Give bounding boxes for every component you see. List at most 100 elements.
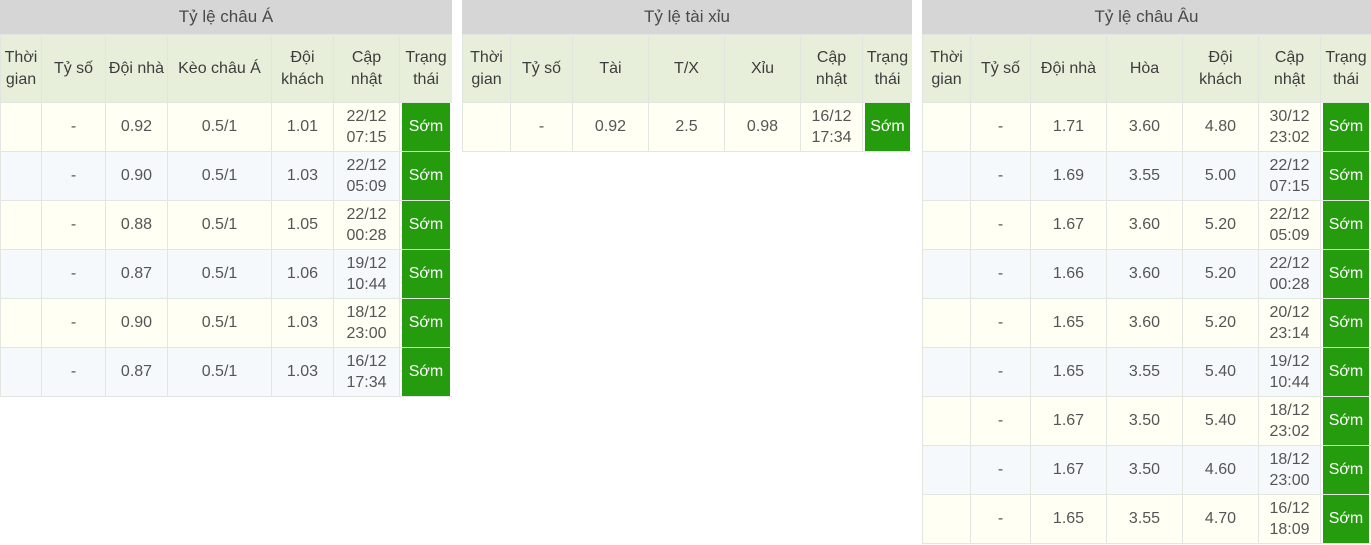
status-badge: Sớm: [402, 103, 450, 151]
updated-line: 07:15: [1269, 178, 1310, 195]
cell-updated: 16/12 18:09: [1258, 494, 1321, 544]
status-badge: Sớm: [865, 103, 910, 151]
status-badge: Sớm: [402, 152, 450, 200]
cell-status: Sớm: [1320, 151, 1371, 201]
cell-updated: 22/12 00:28: [333, 200, 400, 250]
updated-line: 22/12: [346, 156, 387, 174]
updated-line: 20/12: [1269, 303, 1310, 321]
table-row[interactable]: -1.66 3.60 5.20 22/12 00:28 Sớm: [922, 249, 1371, 299]
cell-time: [922, 445, 971, 495]
updated-line: 07:15: [346, 129, 387, 146]
cell-away-odds: 5.40: [1182, 396, 1259, 446]
panel-asian-handicap: Tỷ lệ châu Á Thời gian Tỷ số Đội nhà Kèo…: [0, 0, 452, 397]
cell-away-odds: 4.60: [1182, 445, 1259, 495]
cell-score: -: [41, 151, 106, 201]
status-badge: Sớm: [402, 348, 450, 396]
cell-time: [0, 249, 42, 299]
table-row[interactable]: -1.67 3.50 5.40 18/12 23:02 Sớm: [922, 396, 1371, 446]
cell-status: Sớm: [1320, 200, 1371, 250]
status-badge: Sớm: [1323, 250, 1369, 298]
cell-handicap-line: 0.5/1: [167, 347, 272, 397]
table-header-row: Thời gian Tỷ số Đội nhà Hòa Đội khách Cậ…: [922, 34, 1371, 103]
updated-line: 18/12: [1269, 401, 1310, 419]
table-row[interactable]: -0.92 2.5 0.98 16/12 17:34 Sớm: [462, 102, 912, 152]
table-row[interactable]: -0.87 0.5/1 1.03 16/12 17:34 Sớm: [0, 347, 452, 397]
cell-away-odds: 1.01: [271, 102, 334, 152]
cell-home-odds: 1.67: [1030, 200, 1107, 250]
table-row[interactable]: -1.67 3.60 5.20 22/12 05:09 Sớm: [922, 200, 1371, 250]
updated-line: 19/12: [1269, 352, 1310, 370]
column-header-handicap: Kèo châu Á: [167, 34, 272, 103]
table-row[interactable]: -1.65 3.60 5.20 20/12 23:14 Sớm: [922, 298, 1371, 348]
status-badge: Sớm: [1323, 152, 1369, 200]
cell-home-odds: 1.69: [1030, 151, 1107, 201]
cell-score: -: [970, 200, 1031, 250]
table-row[interactable]: -0.88 0.5/1 1.05 22/12 00:28 Sớm: [0, 200, 452, 250]
cell-score: -: [970, 445, 1031, 495]
column-header-away: Đội khách: [271, 34, 334, 103]
cell-score: -: [970, 102, 1031, 152]
status-badge: Sớm: [402, 299, 450, 347]
cell-home-odds: 1.67: [1030, 445, 1107, 495]
cell-away-odds: 5.20: [1182, 249, 1259, 299]
cell-score: -: [41, 347, 106, 397]
updated-line: 22/12: [1269, 254, 1310, 272]
cell-score: -: [41, 249, 106, 299]
cell-updated: 16/12 17:34: [333, 347, 400, 397]
cell-status: Sớm: [399, 249, 452, 299]
table-header-row: Thời gian Tỷ số Tài T/X Xỉu Cập nhật Trạ…: [462, 34, 912, 103]
table-row[interactable]: -0.92 0.5/1 1.01 22/12 07:15 Sớm: [0, 102, 452, 152]
cell-draw-odds: 3.60: [1106, 298, 1183, 348]
table-row[interactable]: -1.65 3.55 5.40 19/12 10:44 Sớm: [922, 347, 1371, 397]
cell-home-odds: 0.87: [105, 347, 168, 397]
table-row[interactable]: -0.90 0.5/1 1.03 18/12 23:00 Sớm: [0, 298, 452, 348]
cell-status: Sớm: [399, 200, 452, 250]
cell-time: [922, 396, 971, 446]
cell-time: [0, 151, 42, 201]
status-badge: Sớm: [1323, 201, 1369, 249]
cell-time: [0, 200, 42, 250]
cell-away-odds: 4.70: [1182, 494, 1259, 544]
updated-line: 23:02: [1269, 129, 1310, 146]
column-header-status: Trạng thái: [1320, 34, 1371, 103]
status-badge: Sớm: [1323, 103, 1369, 151]
table-row[interactable]: -0.87 0.5/1 1.06 19/12 10:44 Sớm: [0, 249, 452, 299]
column-header-status: Trạng thái: [862, 34, 912, 103]
cell-home-odds: 1.65: [1030, 494, 1107, 544]
panel-over-under: Tỷ lệ tài xỉu Thời gian Tỷ số Tài T/X Xỉ…: [462, 0, 912, 152]
over-under-table: Thời gian Tỷ số Tài T/X Xỉu Cập nhật Trạ…: [462, 34, 912, 152]
table-row[interactable]: -1.69 3.55 5.00 22/12 07:15 Sớm: [922, 151, 1371, 201]
cell-time: [922, 347, 971, 397]
column-header-away: Đội khách: [1182, 34, 1259, 103]
updated-line: 23:00: [1269, 472, 1310, 489]
updated-line: 22/12: [1269, 205, 1310, 223]
updated-line: 00:28: [346, 227, 387, 244]
cell-away-odds: 1.03: [271, 151, 334, 201]
cell-time: [922, 151, 971, 201]
table-row[interactable]: -1.67 3.50 4.60 18/12 23:00 Sớm: [922, 445, 1371, 495]
cell-away-odds: 1.03: [271, 298, 334, 348]
cell-draw-odds: 3.50: [1106, 396, 1183, 446]
cell-score: -: [970, 298, 1031, 348]
column-header-score: Tỷ số: [970, 34, 1031, 103]
cell-time: [922, 249, 971, 299]
cell-time: [0, 298, 42, 348]
cell-handicap-line: 0.5/1: [167, 102, 272, 152]
column-header-line: T/X: [648, 34, 725, 103]
odds-board: Tỷ lệ châu Á Thời gian Tỷ số Đội nhà Kèo…: [0, 0, 1371, 545]
cell-draw-odds: 3.55: [1106, 347, 1183, 397]
table-row[interactable]: -1.65 3.55 4.70 16/12 18:09 Sớm: [922, 494, 1371, 544]
cell-score: -: [970, 494, 1031, 544]
table-row[interactable]: -0.90 0.5/1 1.03 22/12 05:09 Sớm: [0, 151, 452, 201]
cell-time: [922, 102, 971, 152]
table-row[interactable]: -1.71 3.60 4.80 30/12 23:02 Sớm: [922, 102, 1371, 152]
column-header-draw: Hòa: [1106, 34, 1183, 103]
cell-draw-odds: 3.50: [1106, 445, 1183, 495]
column-header-updated: Cập nhật: [1258, 34, 1321, 103]
cell-away-odds: 5.00: [1182, 151, 1259, 201]
european-odds-table: Thời gian Tỷ số Đội nhà Hòa Đội khách Cậ…: [922, 34, 1371, 544]
column-header-home: Đội nhà: [105, 34, 168, 103]
cell-updated: 18/12 23:00: [1258, 445, 1321, 495]
status-badge: Sớm: [1323, 348, 1369, 396]
cell-away-odds: 5.20: [1182, 298, 1259, 348]
